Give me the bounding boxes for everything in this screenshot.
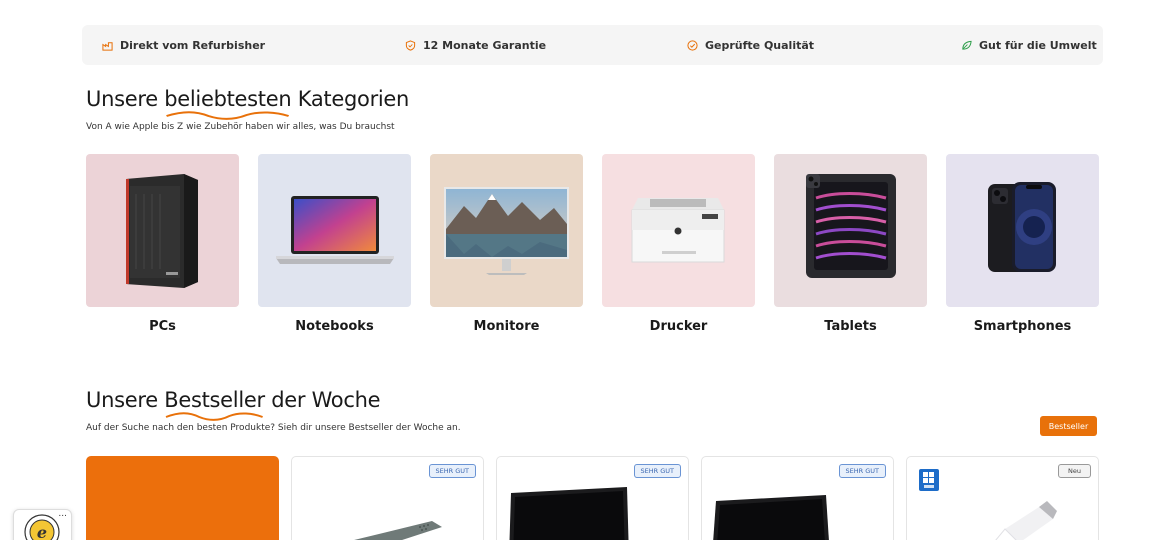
usp-label: Gut für die Umwelt <box>979 38 1097 52</box>
usp-item-refurbisher: Direkt vom Refurbisher <box>102 25 265 65</box>
usb-stick-image <box>995 501 1057 540</box>
category-label-tablets[interactable]: Tablets <box>774 319 927 334</box>
category-card-smartphones[interactable] <box>946 154 1099 307</box>
usp-label: 12 Monate Garantie <box>423 38 547 52</box>
category-label-notebooks[interactable]: Notebooks <box>258 319 411 334</box>
squiggle-underline <box>165 412 264 421</box>
bestseller-button[interactable]: Bestseller <box>1040 416 1097 436</box>
usp-item-warranty: 12 Monate Garantie <box>405 25 546 65</box>
squiggle-underline <box>166 111 290 120</box>
desktop-tower-image <box>126 174 198 288</box>
title-part: Unsere <box>86 388 158 412</box>
laptop-image <box>713 495 829 540</box>
product-card[interactable]: SEHR GUT <box>496 456 689 540</box>
category-label-smartphones[interactable]: Smartphones <box>946 319 1099 334</box>
categories-title: Unsere beliebtesten Kategorien <box>86 87 410 120</box>
factory-icon <box>102 41 113 51</box>
thin-client-image <box>354 521 442 540</box>
bestseller-title: Unsere Bestseller der Woche <box>86 388 381 421</box>
printer-image <box>631 198 725 263</box>
usp-item-quality: Geprüfte Qualität <box>687 25 814 65</box>
usp-label: Geprüfte Qualität <box>705 38 815 52</box>
title-highlight-text: Bestseller <box>164 388 265 412</box>
title-highlight: beliebtesten <box>164 87 292 120</box>
laptop-image <box>276 196 394 264</box>
monitor-image <box>444 187 569 275</box>
categories-subtitle: Von A wie Apple bis Z wie Zubehör haben … <box>86 122 395 132</box>
check-circle-icon <box>687 39 698 51</box>
category-card-drucker[interactable] <box>602 154 755 307</box>
product-card[interactable]: Neu <box>906 456 1099 540</box>
category-label-monitore[interactable]: Monitore <box>430 319 583 334</box>
title-highlight: Bestseller <box>164 388 265 421</box>
shield-icon <box>405 39 416 51</box>
category-card-monitore[interactable] <box>430 154 583 307</box>
title-part: der Woche <box>271 388 381 412</box>
title-highlight-text: beliebtesten <box>164 87 292 111</box>
category-card-tablets[interactable] <box>774 154 927 307</box>
laptop-image <box>509 487 629 540</box>
svg-text:e: e <box>37 523 47 540</box>
leaf-icon <box>962 40 972 50</box>
category-card-pcs[interactable] <box>86 154 239 307</box>
usp-item-eco: Gut für die Umwelt <box>961 25 1097 65</box>
smartphone-image <box>988 182 1056 272</box>
tablet-image <box>806 174 896 278</box>
bestseller-subtitle: Auf der Suche nach den besten Produkte? … <box>86 423 461 433</box>
trusted-shops-seal-icon: e <box>24 514 60 540</box>
trust-widget[interactable]: ... e <box>13 509 72 540</box>
category-card-notebooks[interactable] <box>258 154 411 307</box>
product-card[interactable]: SEHR GUT <box>291 456 484 540</box>
title-part: Unsere <box>86 87 158 111</box>
product-card[interactable]: SEHR GUT <box>701 456 894 540</box>
category-label-drucker[interactable]: Drucker <box>602 319 755 334</box>
promo-card[interactable] <box>86 456 279 540</box>
usp-label: Direkt vom Refurbisher <box>120 38 266 52</box>
usp-bar: Direkt vom Refurbisher 12 Monate Garanti… <box>82 25 1103 65</box>
category-label-pcs[interactable]: PCs <box>86 319 239 334</box>
title-part: Kategorien <box>297 87 410 111</box>
